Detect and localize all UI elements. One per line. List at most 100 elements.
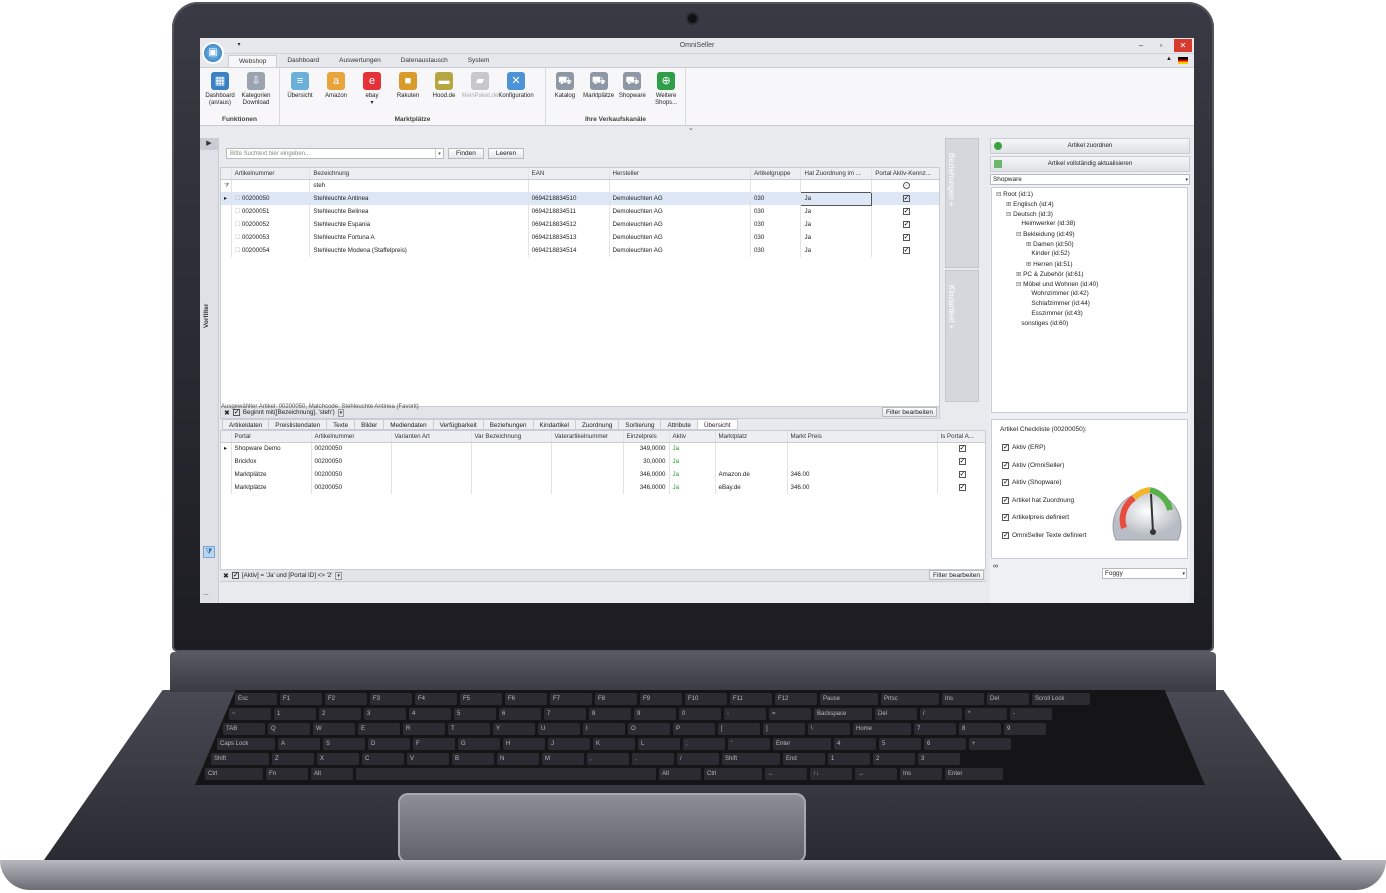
tree-node[interactable]: Heimwerker (id:38) bbox=[1016, 220, 1075, 227]
portal-active-checkbox[interactable]: ✓ bbox=[902, 195, 910, 202]
tree-node[interactable]: ⊟ Deutsch (id:3) bbox=[1006, 210, 1053, 218]
table-cell[interactable]: Demoleuchten AG bbox=[609, 192, 751, 205]
portal-active-cell[interactable]: ✓ bbox=[871, 192, 939, 205]
is-portal-active-cell[interactable]: ✓ bbox=[937, 442, 985, 455]
detail-cell[interactable]: 00200050 bbox=[311, 481, 392, 494]
checklist-checkbox[interactable]: ✓ bbox=[1002, 496, 1009, 504]
table-row[interactable]: ☐ 00200052 Stehleuchte Espania 06942188345… bbox=[221, 218, 939, 231]
detail-cell[interactable] bbox=[471, 455, 552, 468]
table-cell[interactable]: Ja bbox=[800, 218, 873, 231]
row-checkbox[interactable]: ☐ bbox=[235, 234, 242, 241]
table-cell[interactable]: ☐ 00200050 bbox=[231, 192, 311, 205]
table-row[interactable]: ☐ 00200054 Stehleuchte Modena (Staffelpre… bbox=[221, 244, 939, 257]
detail-cell[interactable] bbox=[391, 442, 472, 455]
table-cell[interactable]: Demoleuchten AG bbox=[609, 205, 751, 218]
filter-row[interactable]: ⧩ steh · bbox=[221, 179, 939, 192]
is-portal-active-checkbox[interactable]: ✓ bbox=[958, 458, 966, 465]
detail-tab[interactable]: Attribute bbox=[661, 419, 698, 430]
detail-cell[interactable]: 00200050 bbox=[311, 468, 392, 481]
detail-cell[interactable] bbox=[471, 481, 552, 494]
detail-cell[interactable]: 346.00 bbox=[787, 481, 938, 494]
filter-cell[interactable] bbox=[750, 179, 802, 192]
filter-icon[interactable]: ⧩ bbox=[203, 546, 215, 558]
portal-active-checkbox[interactable]: ✓ bbox=[902, 221, 910, 228]
search-input[interactable]: Bitte Suchtext hier eingeben... ▾ bbox=[226, 148, 444, 159]
table-cell[interactable]: Stehleuchte Antinea bbox=[309, 192, 529, 205]
tree-node[interactable]: Kinder (id:52) bbox=[1026, 250, 1069, 257]
is-portal-active-cell[interactable]: ✓ bbox=[937, 481, 985, 494]
detail-cell[interactable]: 00200050 bbox=[311, 442, 392, 455]
filter-cell[interactable] bbox=[609, 179, 751, 192]
column-header[interactable]: Bezeichnung bbox=[309, 168, 529, 180]
detail-cell[interactable] bbox=[715, 442, 788, 455]
filter-radio[interactable]: · bbox=[902, 182, 910, 190]
filter-cell[interactable] bbox=[231, 179, 311, 192]
row-checkbox[interactable]: ☐ bbox=[235, 208, 242, 215]
table-cell[interactable]: 030 bbox=[750, 192, 802, 205]
tree-node[interactable]: ⊞ Englisch (id:4) bbox=[1006, 200, 1054, 208]
tab-datenaustausch[interactable]: Datenaustausch bbox=[391, 55, 458, 67]
detail-cell[interactable]: 346,0000 bbox=[623, 481, 670, 494]
is-portal-active-checkbox[interactable]: ✓ bbox=[958, 445, 966, 453]
tree-node[interactable]: ⊟ Root (id:1) bbox=[996, 190, 1033, 198]
is-portal-active-checkbox[interactable]: ✓ bbox=[958, 471, 966, 478]
column-header[interactable]: Hat Zuordnung im ... bbox=[800, 168, 873, 180]
search-dropdown-icon[interactable]: ▾ bbox=[435, 149, 443, 158]
clear-button[interactable]: Leeren bbox=[487, 148, 525, 159]
detail-cell[interactable]: 349,0000 bbox=[623, 442, 670, 455]
german-flag-icon[interactable] bbox=[1178, 57, 1188, 64]
detail-tab[interactable]: Artikeldaten bbox=[222, 419, 270, 430]
detail-tab[interactable]: Kindartikel bbox=[533, 419, 576, 430]
checklist-checkbox[interactable]: ✓ bbox=[1002, 444, 1009, 451]
tree-node[interactable]: ⊞ Herren (id:51) bbox=[1026, 260, 1073, 268]
shop-select[interactable]: Shopware ▾ bbox=[990, 174, 1190, 185]
table-cell[interactable]: Ja bbox=[800, 205, 873, 218]
tab-dashboard[interactable]: Dashboard bbox=[277, 55, 329, 67]
detail-cell[interactable] bbox=[715, 455, 788, 468]
filter-cell[interactable] bbox=[528, 179, 610, 192]
detail-cell[interactable]: Brickfox bbox=[231, 455, 312, 468]
tree-node[interactable]: Schlafzimmer (id:44) bbox=[1026, 300, 1090, 307]
clear-detail-filter-icon[interactable]: ✖ bbox=[223, 572, 229, 580]
column-header[interactable]: Portal Aktiv-Kennz... bbox=[871, 168, 939, 180]
tree-node[interactable]: ⊞ PC & Zubehör (id:61) bbox=[1016, 270, 1084, 278]
detail-cell[interactable]: eBay.de bbox=[715, 481, 788, 494]
table-cell[interactable]: 0694218834511 bbox=[528, 205, 610, 218]
detail-row[interactable]: ▸ Shopware Demo 00200050 349,0000 Ja ✓ bbox=[221, 442, 985, 455]
filter-enabled-checkbox[interactable]: ✓ bbox=[232, 409, 240, 416]
row-checkbox[interactable]: ☐ bbox=[235, 247, 242, 254]
detail-filter-dropdown-icon[interactable]: ▾ bbox=[335, 571, 342, 580]
table-cell[interactable]: ☐ 00200051 bbox=[231, 205, 311, 218]
column-header[interactable]: Artikelnummer bbox=[231, 168, 311, 180]
table-cell[interactable]: 0694218834510 bbox=[528, 192, 610, 205]
table-cell[interactable]: Demoleuchten AG bbox=[609, 218, 751, 231]
column-header[interactable]: Hersteller bbox=[609, 168, 751, 180]
tab-system[interactable]: System bbox=[458, 55, 500, 67]
portal-active-cell[interactable]: ✓ bbox=[871, 244, 939, 257]
table-cell[interactable]: 030 bbox=[750, 244, 802, 257]
detail-cell[interactable]: Ja bbox=[669, 468, 716, 481]
prefilter-bar[interactable]: ▶ Vorfilter ⧩ bbox=[200, 138, 219, 603]
detail-cell[interactable] bbox=[391, 481, 472, 494]
shop-dropdown-icon[interactable]: ▾ bbox=[1185, 175, 1188, 185]
table-cell[interactable]: Stehleuchte Belinea bbox=[309, 205, 529, 218]
filter-cell[interactable]: · bbox=[871, 179, 939, 192]
table-cell[interactable]: ☐ 00200052 bbox=[231, 218, 311, 231]
table-cell[interactable]: Stehleuchte Fortuna A bbox=[309, 231, 529, 244]
category-tree[interactable]: ⊟ Root (id:1) ⊞ Englisch (id:4) ⊟ Deutsch … bbox=[991, 187, 1188, 413]
detail-cell[interactable] bbox=[551, 442, 624, 455]
column-header[interactable]: Varianten Art bbox=[391, 431, 472, 443]
table-cell[interactable]: Demoleuchten AG bbox=[609, 231, 751, 244]
detail-cell[interactable]: 00200050 bbox=[311, 455, 392, 468]
table-cell[interactable]: Stehleuchte Modena (Staffelpreis) bbox=[309, 244, 529, 257]
table-cell[interactable]: Ja bbox=[800, 244, 873, 257]
detail-filter-checkbox[interactable]: ✓ bbox=[231, 572, 239, 579]
detail-cell[interactable] bbox=[551, 468, 624, 481]
detail-cell[interactable]: Ja bbox=[669, 481, 716, 494]
detail-cell[interactable] bbox=[551, 455, 624, 468]
detail-cell[interactable] bbox=[391, 468, 472, 481]
column-header[interactable]: Einzelpreis bbox=[623, 431, 670, 443]
theme-select[interactable]: Foggy ▾ bbox=[1102, 568, 1187, 579]
column-header[interactable]: Vaterartikelnummer bbox=[551, 431, 624, 443]
column-header[interactable]: Artikelnummer bbox=[311, 431, 392, 443]
